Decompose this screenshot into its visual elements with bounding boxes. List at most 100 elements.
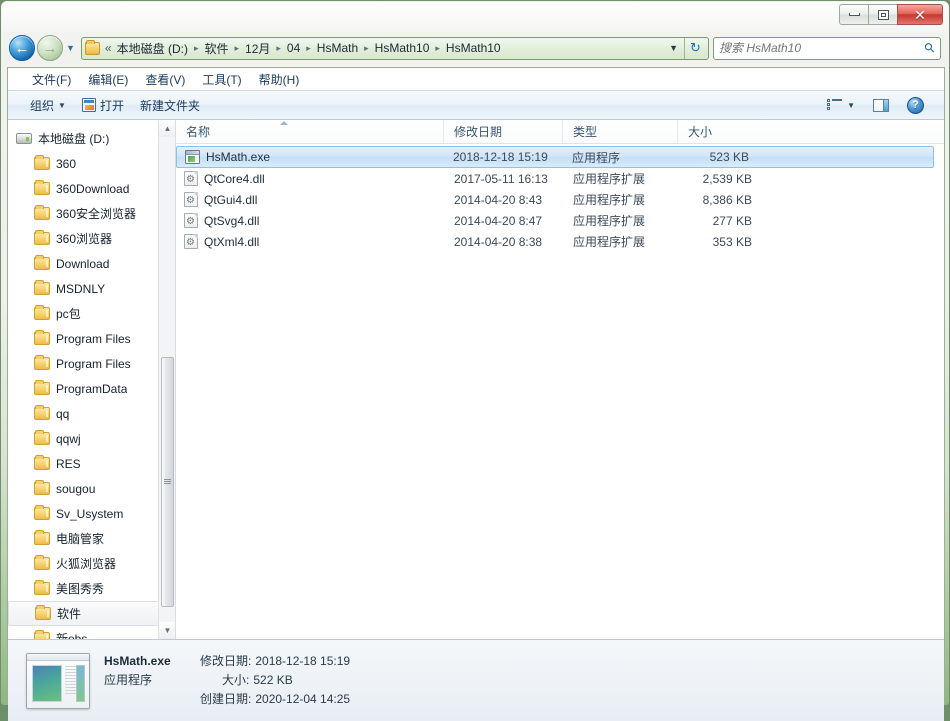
view-list-icon xyxy=(827,98,843,112)
tree-item-program-files[interactable]: Program Files xyxy=(8,326,175,351)
breadcrumb-separator-icon[interactable]: ▸ xyxy=(191,43,202,54)
search-box[interactable]: ⚲ xyxy=(713,36,941,60)
address-dropdown-icon[interactable]: ▼ xyxy=(665,43,684,53)
dll-file-icon xyxy=(184,234,198,249)
breadcrumb-item-2[interactable]: 12月 xyxy=(242,39,273,58)
column-header-name[interactable]: 名称 xyxy=(176,120,444,143)
preview-pane-button[interactable] xyxy=(865,96,897,115)
tree-item-local-disk-d[interactable]: 本地磁盘 (D:) xyxy=(8,126,175,151)
title-bar[interactable]: ✕ xyxy=(2,2,948,30)
column-header-label: 类型 xyxy=(573,125,598,139)
table-row[interactable]: QtCore4.dll 2017-05-11 16:13 应用程序扩展 2,53… xyxy=(176,168,944,189)
breadcrumb-item-0[interactable]: 本地磁盘 (D:) xyxy=(114,39,191,58)
file-type-cell: 应用程序 xyxy=(572,150,621,165)
breadcrumb-overflow-icon[interactable]: « xyxy=(103,40,114,56)
navigation-pane-scrollbar[interactable]: ▲ ▼ xyxy=(158,120,175,639)
column-header-type[interactable]: 类型 xyxy=(563,120,678,143)
menu-file[interactable]: 文件(F) xyxy=(24,69,79,90)
file-date-cell: 2014-04-20 8:43 xyxy=(454,192,543,207)
tree-item-res[interactable]: RES xyxy=(8,451,175,476)
folder-icon xyxy=(84,39,100,55)
breadcrumb-separator-icon[interactable]: ▸ xyxy=(303,43,314,54)
preview-pane-icon xyxy=(873,98,889,112)
breadcrumb-item-6[interactable]: HsMath10 xyxy=(443,40,504,56)
breadcrumb-item-3[interactable]: 04 xyxy=(284,40,303,56)
thumbnail-sidebar xyxy=(76,664,85,702)
tree-item-360[interactable]: 360 xyxy=(8,151,175,176)
breadcrumb-separator-icon[interactable]: ▸ xyxy=(273,43,284,54)
help-icon: ? xyxy=(907,96,924,114)
tree-item-program-files-x86[interactable]: Program Files xyxy=(8,351,175,376)
table-row[interactable]: QtGui4.dll 2014-04-20 8:43 应用程序扩展 8,386 … xyxy=(176,189,944,210)
tree-item-msdnly[interactable]: MSDNLY xyxy=(8,276,175,301)
folder-icon xyxy=(34,430,50,445)
file-name-cell: HsMath.exe xyxy=(177,150,443,164)
tree-item-sougou[interactable]: sougou xyxy=(8,476,175,501)
table-row[interactable]: QtSvg4.dll 2014-04-20 8:47 应用程序扩展 277 KB xyxy=(176,210,944,231)
address-bar[interactable]: « 本地磁盘 (D:) ▸ 软件 ▸ 12月 ▸ 04 ▸ HsMath ▸ H… xyxy=(80,36,709,60)
tree-item-label: pc包 xyxy=(56,307,81,321)
table-row[interactable]: QtXml4.dll 2014-04-20 8:38 应用程序扩展 353 KB xyxy=(176,231,944,252)
tree-item-360-security-browser[interactable]: 360安全浏览器 xyxy=(8,201,175,226)
menu-help[interactable]: 帮助(H) xyxy=(251,69,308,90)
tree-item-360-browser[interactable]: 360浏览器 xyxy=(8,226,175,251)
details-size-value: 522 KB xyxy=(253,673,293,687)
breadcrumb-item-5[interactable]: HsMath10 xyxy=(372,40,433,56)
back-button[interactable]: ← xyxy=(9,35,35,61)
tree-item-qq[interactable]: qq xyxy=(8,401,175,426)
tree-item-new-obs[interactable]: 新obs xyxy=(8,626,175,639)
tree-item-meitu[interactable]: 美图秀秀 xyxy=(8,576,175,601)
tree-item-qqwj[interactable]: qqwj xyxy=(8,426,175,451)
tree-item-firefox-browser[interactable]: 火狐浏览器 xyxy=(8,551,175,576)
scroll-up-button[interactable]: ▲ xyxy=(159,120,175,137)
history-dropdown-icon[interactable]: ▼ xyxy=(66,43,75,53)
refresh-button[interactable]: ↻ xyxy=(684,37,706,59)
tree-item-computer-manager[interactable]: 电脑管家 xyxy=(8,526,175,551)
new-folder-button[interactable]: 新建文件夹 xyxy=(132,94,208,117)
tree-item-label: 电脑管家 xyxy=(56,532,105,546)
explorer-window: ✕ ← → ▼ « 本地磁盘 (D:) ▸ 软件 ▸ 12月 ▸ 04 ▸ Hs… xyxy=(0,0,950,721)
file-name-label: QtCore4.dll xyxy=(204,171,265,186)
table-row[interactable]: HsMath.exe 2018-12-18 15:19 应用程序 523 KB xyxy=(176,146,934,168)
folder-icon xyxy=(34,505,50,520)
close-button[interactable]: ✕ xyxy=(897,4,943,25)
tree-item-programdata[interactable]: ProgramData xyxy=(8,376,175,401)
column-header-size[interactable]: 大小 xyxy=(678,120,766,143)
breadcrumb-item-1[interactable]: 软件 xyxy=(201,39,231,58)
organize-button[interactable]: 组织 ▼ xyxy=(22,94,74,117)
column-header-date-modified[interactable]: 修改日期 xyxy=(444,120,563,143)
details-text-block: HsMath.exe 修改日期: 2018-12-18 15:19 应用程序 大… xyxy=(104,652,350,709)
breadcrumb-separator-icon[interactable]: ▸ xyxy=(231,43,242,54)
column-header-label: 名称 xyxy=(186,125,211,139)
thumbnail-titlebar xyxy=(27,653,89,661)
tree-item-360download[interactable]: 360Download xyxy=(8,176,175,201)
tree-item-software[interactable]: 软件 xyxy=(8,601,169,626)
drive-icon xyxy=(16,133,32,144)
tree-item-label: 火狐浏览器 xyxy=(56,557,117,571)
scrollbar-thumb[interactable] xyxy=(161,357,174,607)
menu-tools[interactable]: 工具(T) xyxy=(194,69,249,90)
tree-item-label: 新obs xyxy=(56,632,88,639)
tree-item-sv-usystem[interactable]: Sv_Usystem xyxy=(8,501,175,526)
scroll-down-button[interactable]: ▼ xyxy=(159,622,175,639)
breadcrumb-item-4[interactable]: HsMath xyxy=(314,40,361,56)
breadcrumb-separator-icon[interactable]: ▸ xyxy=(432,43,443,54)
breadcrumb-separator-icon[interactable]: ▸ xyxy=(361,43,372,54)
tree-item-download[interactable]: Download xyxy=(8,251,175,276)
command-toolbar: 组织 ▼ 打开 新建文件夹 ▼ ? xyxy=(8,90,944,120)
folder-icon xyxy=(34,555,50,570)
menu-view[interactable]: 查看(V) xyxy=(137,69,193,90)
search-input[interactable] xyxy=(719,41,926,55)
menu-edit[interactable]: 编辑(E) xyxy=(80,69,136,90)
maximize-restore-button[interactable] xyxy=(868,4,897,25)
details-row-modified: HsMath.exe 修改日期: 2018-12-18 15:19 xyxy=(104,652,350,671)
help-button[interactable]: ? xyxy=(899,94,932,117)
change-view-button[interactable]: ▼ xyxy=(819,96,863,115)
exe-file-icon xyxy=(185,150,200,164)
tree-item-pc-bao[interactable]: pc包 xyxy=(8,301,175,326)
forward-button[interactable]: → xyxy=(37,35,63,61)
file-name-label: QtXml4.dll xyxy=(204,234,260,249)
minimize-button[interactable] xyxy=(839,4,868,25)
file-size-cell: 8,386 KB xyxy=(702,192,752,207)
open-button[interactable]: 打开 xyxy=(74,94,132,117)
